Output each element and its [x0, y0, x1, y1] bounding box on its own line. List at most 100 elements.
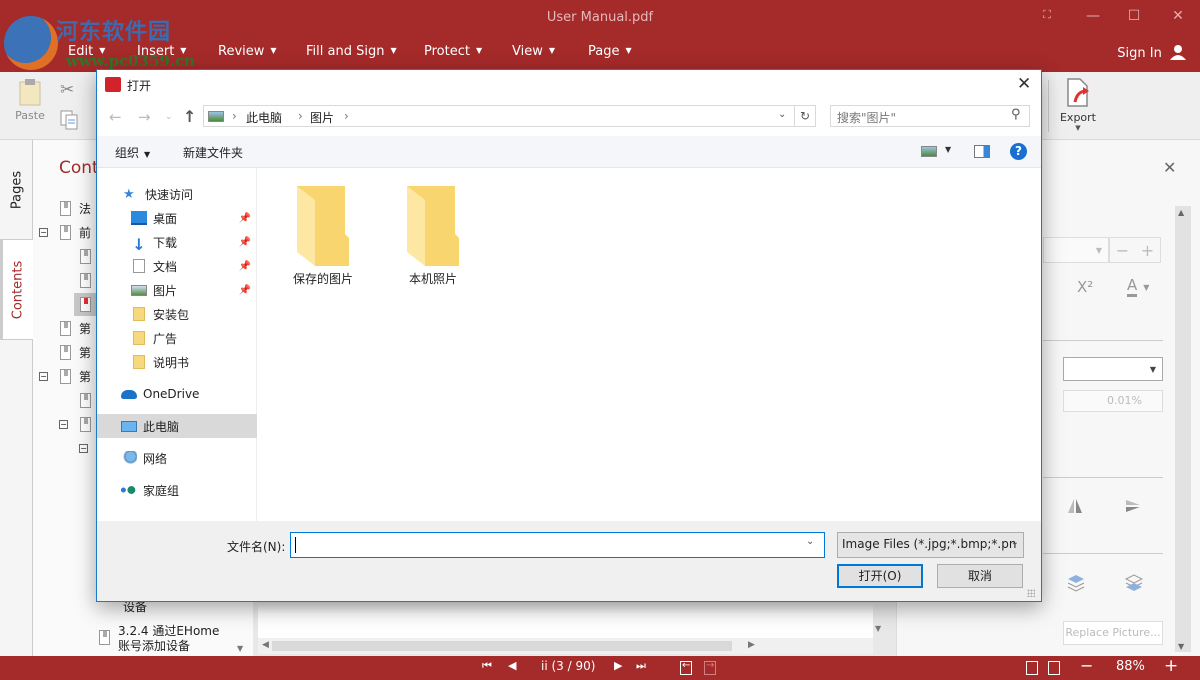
menu-edit[interactable]: Edit ▼ [68, 44, 105, 59]
organize-button[interactable]: 组织 ▼ [115, 144, 150, 161]
file-type-dropdown[interactable]: Image Files (*.jpg;*.bmp;*.pn ⌄ [837, 532, 1024, 558]
folder-item[interactable]: 本机照片 [385, 184, 481, 287]
nav-quick-access[interactable]: ★ 快速访问 [97, 182, 257, 206]
preview-pane-button[interactable] [974, 145, 990, 158]
search-input[interactable]: 搜索"图片" ⚲ [830, 105, 1030, 127]
previous-page-button[interactable]: ◀ [508, 659, 516, 672]
forward-button[interactable]: → [138, 108, 151, 126]
cancel-button[interactable]: 取消 [937, 564, 1023, 588]
cut-button[interactable]: ✂ [60, 80, 80, 100]
nav-documents[interactable]: 文档 📌 [97, 254, 257, 278]
paste-button[interactable]: Paste [14, 78, 46, 128]
font-size-stepper[interactable]: − + [1109, 237, 1161, 263]
dialog-close-button[interactable]: ✕ [1017, 74, 1031, 94]
continuous-view-button[interactable] [1048, 661, 1060, 675]
folder-item[interactable]: 保存的图片 [275, 184, 371, 287]
scroll-up-icon[interactable]: ▲ [1178, 208, 1184, 217]
scroll-left-icon[interactable]: ◀ [262, 640, 269, 650]
resize-grip[interactable] [1027, 589, 1035, 597]
up-button[interactable]: ↑ [183, 107, 196, 126]
nav-downloads[interactable]: ↓ 下载 📌 [97, 230, 257, 254]
export-label: Export [1059, 111, 1096, 124]
tab-pages[interactable]: Pages [0, 140, 33, 240]
address-bar[interactable]: › 此电脑 › 图片 › ⌄ [203, 105, 795, 127]
breadcrumb-pictures[interactable]: 图片 [310, 109, 334, 126]
view-dropdown[interactable]: ▼ [945, 145, 951, 154]
collapse-icon[interactable]: − [39, 371, 48, 381]
scroll-down-icon[interactable]: ▼ [237, 644, 243, 653]
menu-page[interactable]: Page ▼ [588, 44, 632, 59]
zoom-out-button[interactable]: − [1080, 656, 1093, 675]
first-page-button[interactable]: ⏮ [482, 659, 492, 673]
replace-picture-button[interactable]: Replace Picture... [1063, 621, 1163, 645]
help-button[interactable]: ? [1010, 143, 1027, 160]
pin-icon[interactable]: 📌 [239, 237, 251, 248]
send-backward-button[interactable] [1124, 574, 1144, 595]
maximize-button[interactable]: ☐ [1119, 8, 1149, 28]
refresh-button[interactable]: ↻ [794, 105, 816, 127]
flip-vertical-button[interactable] [1125, 498, 1141, 517]
scrollbar-thumb[interactable] [272, 641, 732, 651]
menu-view[interactable]: View ▼ [512, 44, 555, 59]
superscript-button[interactable]: X² [1077, 278, 1093, 296]
nav-onedrive[interactable]: OneDrive [97, 382, 257, 406]
last-page-button[interactable]: ⏭ [636, 659, 646, 673]
zoom-in-button[interactable]: + [1164, 656, 1178, 676]
font-color-button[interactable]: A ▼ [1127, 276, 1149, 297]
copy-button[interactable] [60, 110, 80, 132]
close-panel-button[interactable]: ✕ [1163, 158, 1176, 177]
pin-icon[interactable]: 📌 [239, 213, 251, 224]
style-dropdown[interactable]: ▼ [1063, 357, 1163, 381]
collapse-icon[interactable]: − [59, 419, 68, 429]
nav-desktop[interactable]: 桌面 📌 [97, 206, 257, 230]
collapse-icon[interactable]: − [39, 227, 48, 237]
open-button[interactable]: 打开(O) [837, 564, 923, 588]
tab-contents[interactable]: Contents [0, 240, 33, 340]
collapse-icon[interactable]: − [79, 443, 88, 453]
flip-horizontal-button[interactable] [1067, 498, 1083, 517]
filename-input[interactable]: ⌄ [290, 532, 825, 558]
scroll-down-icon[interactable]: ▼ [1178, 642, 1184, 651]
new-folder-button[interactable]: 新建文件夹 [183, 144, 243, 161]
filename-dropdown[interactable]: ⌄ [806, 536, 814, 547]
previous-view-button[interactable]: ← [680, 660, 692, 675]
nav-pictures[interactable]: 图片 📌 [97, 278, 257, 302]
next-page-button[interactable]: ▶ [614, 659, 622, 672]
zoom-level[interactable]: 88% [1116, 659, 1145, 674]
page-indicator[interactable]: ii (3 / 90) [541, 659, 595, 673]
breadcrumb-this-pc[interactable]: 此电脑 [246, 109, 282, 126]
increase-icon[interactable]: + [1141, 241, 1154, 260]
decrease-icon[interactable]: − [1116, 241, 1129, 260]
nav-folder[interactable]: 安装包 [97, 302, 257, 326]
single-page-view-button[interactable] [1026, 661, 1038, 675]
scroll-right-icon[interactable]: ▶ [748, 640, 755, 650]
font-size-dropdown[interactable]: ▼ [1043, 237, 1109, 263]
address-dropdown[interactable]: ⌄ [778, 109, 786, 120]
back-button[interactable]: ← [109, 108, 122, 126]
opacity-input[interactable]: 0.01% [1063, 390, 1163, 412]
close-window-button[interactable]: ✕ [1163, 8, 1193, 28]
menu-insert[interactable]: Insert ▼ [137, 44, 186, 59]
recent-locations-button[interactable]: ⌄ [165, 112, 173, 122]
nav-network[interactable]: 网络 [97, 446, 257, 470]
nav-this-pc[interactable]: 此电脑 [97, 414, 257, 438]
pin-icon[interactable]: 📌 [239, 285, 251, 296]
sign-in-button[interactable]: Sign In [1117, 44, 1186, 61]
view-options-button[interactable] [921, 146, 937, 157]
nav-homegroup[interactable]: 家庭组 [97, 478, 257, 502]
panel-scrollbar[interactable]: ▲ ▼ [1175, 206, 1191, 652]
menu-protect[interactable]: Protect ▼ [424, 44, 482, 59]
minimize-button[interactable]: — [1078, 8, 1108, 28]
menu-review[interactable]: Review ▼ [218, 44, 277, 59]
next-view-button[interactable]: → [704, 660, 716, 675]
nav-folder[interactable]: 说明书 [97, 350, 257, 374]
scroll-down-icon[interactable]: ▼ [875, 624, 881, 633]
horizontal-scrollbar[interactable]: ◀ ▶ [258, 638, 873, 654]
menu-fill-and-sign[interactable]: Fill and Sign ▼ [306, 44, 397, 59]
fullscreen-button[interactable]: ⛶ [1032, 8, 1062, 28]
tree-item[interactable]: 3.2.4 通过EHome账号添加设备 [99, 624, 230, 654]
nav-folder[interactable]: 广告 [97, 326, 257, 350]
export-button[interactable]: Export ▼ [1058, 78, 1098, 134]
bring-forward-button[interactable] [1067, 574, 1085, 595]
pin-icon[interactable]: 📌 [239, 261, 251, 272]
